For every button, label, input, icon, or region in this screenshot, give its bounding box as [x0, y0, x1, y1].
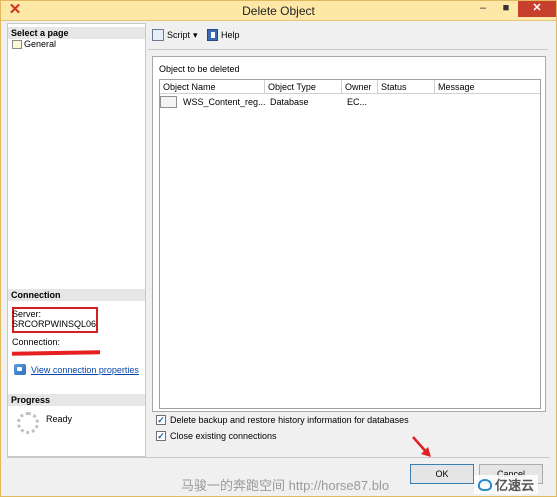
connection-header: Connection: [8, 289, 145, 301]
objects-grid: Object Name Object Type Owner Status Mes…: [159, 79, 541, 409]
watermark-logo: 亿速云: [474, 475, 539, 494]
connection-properties-icon: [14, 364, 26, 375]
page-icon: [12, 39, 22, 49]
annotation-arrow-icon: [412, 436, 431, 457]
script-label: Script: [167, 30, 191, 40]
script-button[interactable]: Script ▾: [152, 29, 198, 41]
server-label: Server:: [12, 309, 42, 319]
view-connection-link[interactable]: View connection properties: [31, 365, 139, 375]
delete-object-dialog: ✕ Delete Object – ■ ✕ Select a page Gene…: [0, 0, 557, 497]
minimize-button[interactable]: –: [472, 1, 494, 17]
column-header-object-type[interactable]: Object Type: [265, 80, 342, 94]
delete-backup-history-option[interactable]: ✓ Delete backup and restore history info…: [156, 415, 409, 425]
row-selector[interactable]: [160, 96, 177, 108]
close-connections-label: Close existing connections: [170, 431, 277, 441]
cloud-logo-icon: [478, 478, 492, 491]
column-header-message[interactable]: Message: [435, 80, 540, 94]
main-panel: Object to be deleted Object Name Object …: [152, 56, 546, 412]
select-page-header: Select a page: [8, 27, 145, 39]
column-header-status[interactable]: Status: [378, 80, 435, 94]
objects-label: Object to be deleted: [159, 64, 240, 74]
toolbar-divider: [148, 49, 548, 50]
maximize-button[interactable]: ■: [495, 1, 517, 17]
page-item-general[interactable]: General: [12, 39, 56, 49]
cell-owner: EC...: [347, 97, 368, 107]
cell-object-type: Database: [270, 97, 309, 107]
cell-message: [437, 95, 540, 109]
toolbar: Script ▾ Help: [148, 23, 548, 49]
watermark-text: 马骏一的奔跑空间 http://horse87.blo: [181, 478, 390, 493]
help-icon: [207, 29, 218, 41]
progress-status: Ready: [46, 414, 73, 424]
delete-backup-label: Delete backup and restore history inform…: [170, 415, 409, 425]
cell-object-name: WSS_Content_reg...: [183, 97, 265, 107]
progress-spinner-icon: [17, 412, 39, 434]
page-item-label: General: [24, 39, 57, 49]
left-pane: Select a page General Connection Server:…: [7, 23, 146, 457]
footer-divider: [7, 457, 550, 458]
help-button[interactable]: Help: [207, 29, 240, 41]
close-button[interactable]: ✕: [518, 1, 556, 17]
help-label: Help: [221, 30, 240, 40]
ok-button[interactable]: OK: [410, 464, 474, 484]
delete-backup-checkbox[interactable]: ✓: [156, 415, 166, 425]
title-bar: ✕ Delete Object – ■ ✕: [1, 1, 556, 21]
chevron-down-icon[interactable]: ▾: [193, 30, 198, 41]
table-row[interactable]: WSS_Content_reg... Database EC...: [160, 95, 540, 109]
redaction-mark: [11, 350, 101, 356]
logo-text: 亿速云: [495, 478, 535, 493]
close-connections-checkbox[interactable]: ✓: [156, 431, 166, 441]
progress-header: Progress: [8, 394, 145, 406]
column-header-owner[interactable]: Owner: [342, 80, 378, 94]
grid-header: Object Name Object Type Owner Status Mes…: [160, 80, 540, 94]
server-value: SRCORPWINSQL06: [12, 319, 97, 329]
view-connection-properties[interactable]: View connection properties: [14, 364, 139, 375]
connection-label: Connection:: [12, 337, 61, 347]
script-icon: [152, 29, 164, 41]
column-header-object-name[interactable]: Object Name: [160, 80, 265, 94]
close-connections-option[interactable]: ✓ Close existing connections: [156, 431, 277, 441]
cell-status: [380, 95, 435, 109]
